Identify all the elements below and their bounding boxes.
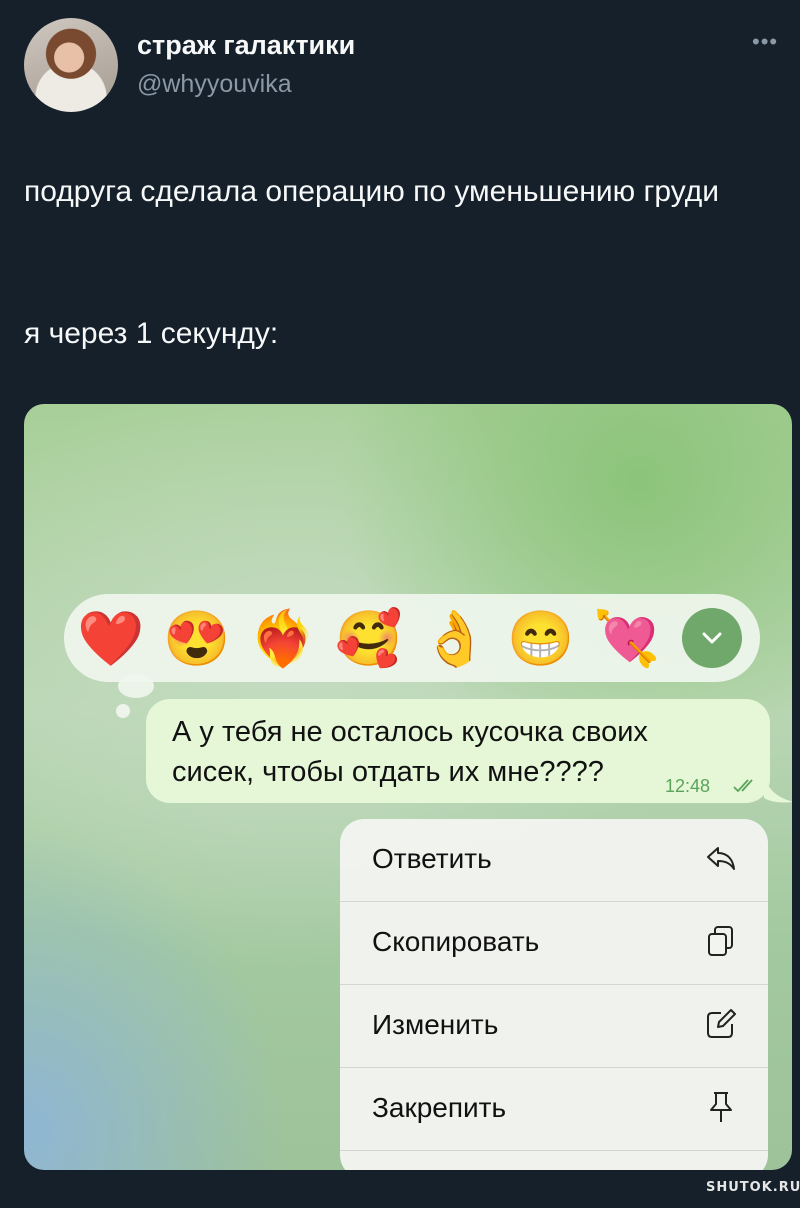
message-bubble-tail [764,774,792,803]
watermark: SHUTOK.RU [706,1180,800,1195]
reaction-smiling-hearts[interactable]: 🥰 [334,604,404,674]
reaction-bar-tail-dot [116,704,130,718]
author-name[interactable]: страж галактики [137,30,355,61]
menu-item-label: Скопировать [372,926,540,957]
menu-item-label: Ответить [372,843,492,874]
copy-icon [708,926,733,956]
pin-icon [710,1092,732,1122]
tweet-text: подруга сделала операцию по уменьшению г… [24,175,719,208]
read-checkmarks-icon [733,779,753,793]
menu-item-copy[interactable]: Скопировать [340,902,768,984]
reaction-bar-tail [118,674,154,698]
message-time: 12:48 [665,776,711,796]
menu-item-reply[interactable]: Ответить [340,819,768,901]
edit-icon [707,1009,736,1038]
reply-icon [707,847,735,870]
message-context-menu: Ответить Скопировать Изменить Закрепить [340,819,768,1170]
menu-item-edit[interactable]: Изменить [340,985,768,1067]
menu-divider [340,1150,768,1151]
expand-reactions-button[interactable] [682,608,742,668]
reaction-heart-arrow[interactable]: 💘 [592,604,662,674]
reaction-heart[interactable]: ❤️ [76,604,146,674]
menu-item-pin[interactable]: Закрепить [340,1068,768,1150]
chevron-down-icon [702,632,722,644]
menu-item-label: Закрепить [372,1092,507,1123]
menu-item-label: Изменить [372,1009,499,1040]
more-options-icon[interactable]: ••• [752,31,788,53]
reaction-grin[interactable]: 😁 [506,604,576,674]
reaction-heart-eyes[interactable]: 😍 [162,604,232,674]
reaction-ok-hand[interactable]: 👌 [420,604,490,674]
avatar[interactable] [24,18,118,112]
reaction-heart-on-fire[interactable]: ❤️‍🔥 [248,604,318,674]
message-text: А у тебя не осталось кусочка своих сисек… [172,716,648,788]
tweet-text-second: я через 1 секунду: [24,317,279,350]
tweet-media[interactable]: ❤️ 😍 ❤️‍🔥 🥰 👌 😁 💘 А у тебя не осталось к… [24,404,792,1170]
author-handle[interactable]: @whyyouvika [137,70,292,99]
